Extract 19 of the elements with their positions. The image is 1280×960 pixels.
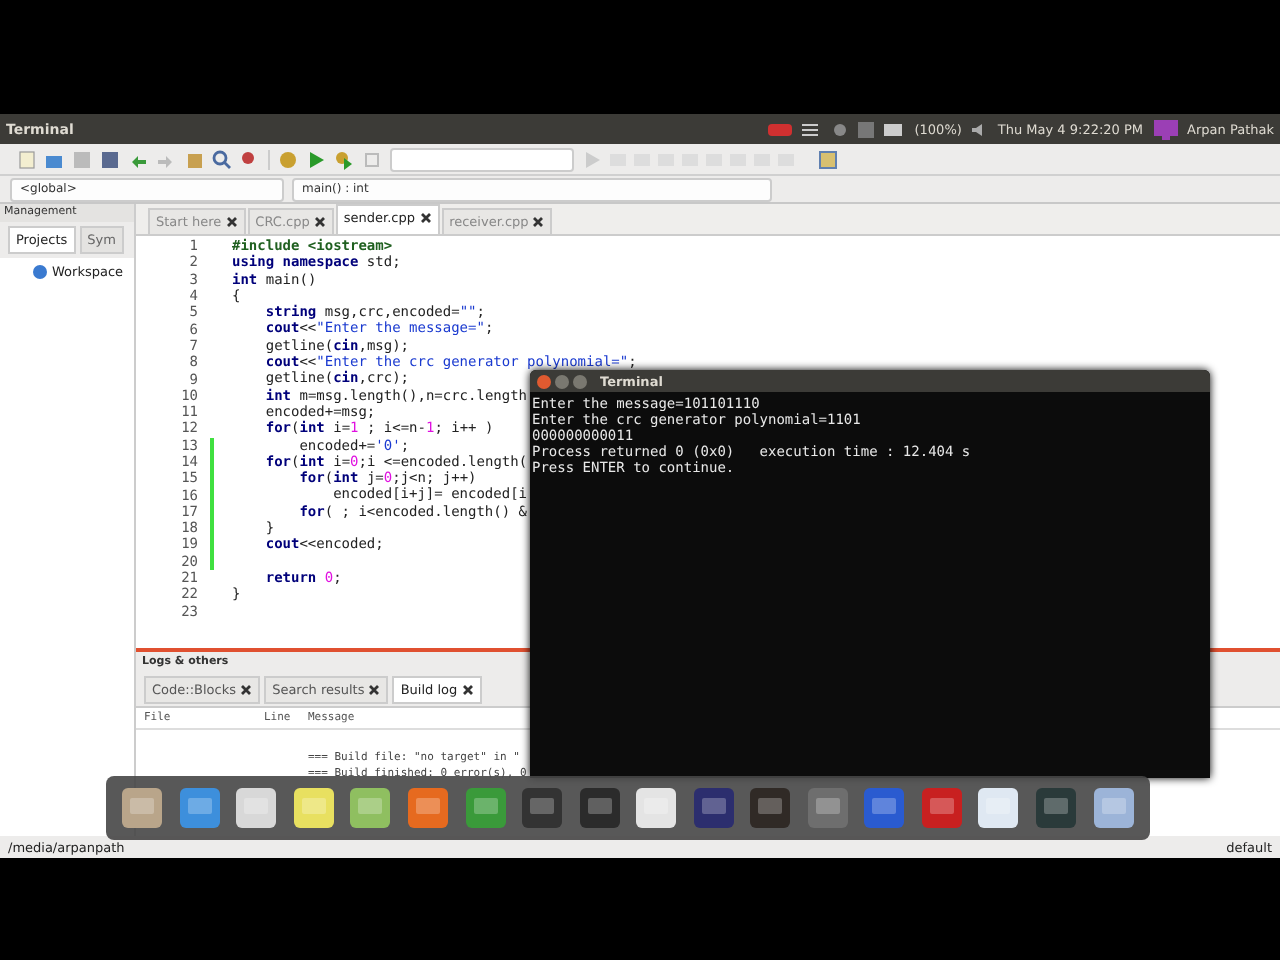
close-icon[interactable] [368,684,381,697]
close-icon[interactable] [313,216,326,229]
battery-icon[interactable] [884,123,905,135]
menu-icon[interactable] [802,121,823,137]
close-icon[interactable] [532,216,545,229]
close-icon[interactable] [240,684,253,697]
search-icon[interactable] [212,149,232,169]
new-file-icon[interactable] [16,149,36,169]
close-icon[interactable] [419,212,432,225]
run-icon[interactable] [306,149,326,169]
close-icon[interactable] [461,684,474,697]
build-target-dropdown[interactable] [390,147,574,171]
minimize-icon[interactable] [555,374,569,388]
volume-icon[interactable] [971,123,988,135]
stop-icon[interactable] [362,149,382,169]
record-icon[interactable] [768,121,793,137]
maximize-icon[interactable] [573,374,587,388]
close-icon[interactable] [225,216,238,229]
build-run-icon[interactable] [334,149,354,169]
